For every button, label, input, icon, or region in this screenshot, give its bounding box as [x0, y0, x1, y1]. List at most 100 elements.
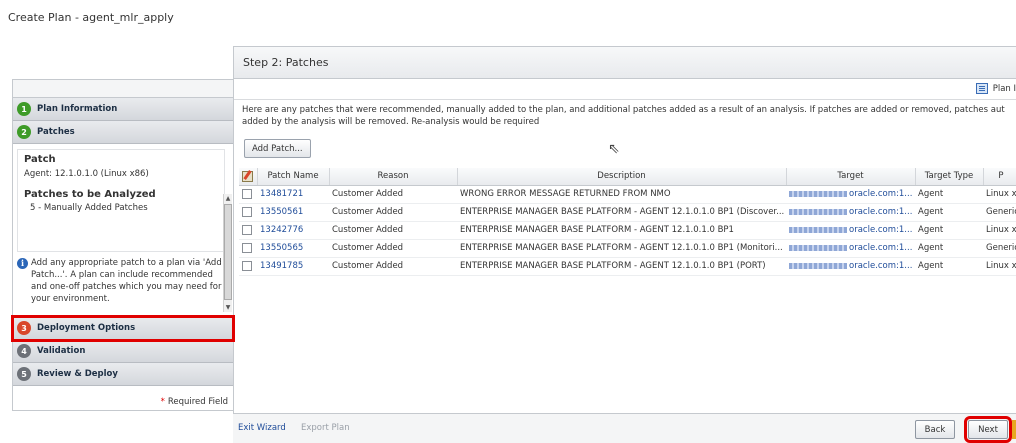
platform-cell: Generic [983, 239, 1016, 258]
row-checkbox[interactable] [242, 188, 252, 199]
target-cell: oracle.com:1... [786, 221, 915, 240]
step-number-icon: 1 [17, 102, 31, 116]
step-validation[interactable]: 4 Validation [13, 340, 233, 363]
row-checkbox[interactable] [242, 206, 252, 217]
patches-table: Patch Name Reason Description Target Tar… [239, 168, 1016, 276]
table-row[interactable]: 13550561 Customer Added ENTERPRISE MANAG… [239, 203, 1016, 222]
target-text: oracle.com:1... [849, 189, 913, 199]
table-row[interactable]: 13242776 Customer Added ENTERPRISE MANAG… [239, 221, 1016, 240]
step-number-icon: 3 [17, 321, 31, 335]
export-plan-link[interactable]: Export Plan [301, 423, 350, 433]
scroll-down-icon[interactable]: ▼ [224, 303, 232, 312]
column-header-reason[interactable]: Reason [329, 168, 458, 186]
wizard-footer: Exit Wizard Export Plan Back Next [233, 413, 1016, 443]
step-deployment-options[interactable]: 3 Deployment Options [11, 315, 235, 342]
reason-cell: Customer Added [329, 203, 457, 222]
edit-column-header[interactable] [239, 168, 258, 186]
target-text: oracle.com:1... [849, 225, 913, 235]
row-checkbox[interactable] [242, 242, 252, 253]
description-cell: ENTERPRISE MANAGER BASE PLATFORM - AGENT… [457, 203, 786, 222]
description-cell: WRONG ERROR MESSAGE RETURNED FROM NMO [457, 185, 786, 204]
step-header: Step 2: Patches [234, 47, 1016, 79]
reason-cell: Customer Added [329, 221, 457, 240]
step-review-deploy[interactable]: 5 Review & Deploy [13, 363, 233, 386]
patch-name-link[interactable]: 13491785 [257, 257, 329, 276]
redacted-hostname [789, 190, 847, 197]
target-type-cell: Agent [915, 185, 983, 204]
add-patch-button[interactable]: Add Patch... [244, 139, 311, 158]
row-checkbox[interactable] [242, 260, 252, 271]
step-number-icon: 5 [17, 367, 31, 381]
patches-description: Here are any patches that were recommend… [242, 104, 1016, 128]
column-header-patch-name[interactable]: Patch Name [257, 168, 330, 186]
step-label: Validation [37, 346, 86, 356]
step-title: Step 2: Patches [243, 56, 329, 69]
panel-top-bar [13, 80, 233, 98]
info-message: i Add any appropriate patch to a plan vi… [17, 257, 223, 305]
platform-cell: Linux x8 [983, 221, 1016, 240]
edit-columns-icon[interactable] [242, 170, 254, 182]
step-patches[interactable]: 2 Patches [13, 121, 233, 144]
description-line: added by the analysis will be removed. R… [242, 117, 540, 127]
target-cell: oracle.com:1... [786, 257, 915, 276]
table-header-row: Patch Name Reason Description Target Tar… [239, 168, 1016, 186]
target-type-cell: Agent [915, 239, 983, 258]
platform-cell: Linux x8 [983, 257, 1016, 276]
toolbar: Plan I [234, 79, 1016, 100]
platform-cell: Generic [983, 203, 1016, 222]
target-type-cell: Agent [915, 257, 983, 276]
target-cell: oracle.com:1... [786, 239, 915, 258]
mouse-cursor-icon: ⇖ [608, 141, 620, 157]
target-cell: oracle.com:1... [786, 203, 915, 222]
plan-icon [975, 83, 988, 94]
description-cell: ENTERPRISE MANAGER BASE PLATFORM - AGENT… [457, 239, 786, 258]
required-star-icon: * [160, 397, 165, 407]
reason-cell: Customer Added [329, 239, 457, 258]
patch-heading: Patch [24, 154, 56, 165]
cut-off-button[interactable] [1012, 420, 1016, 439]
table-row[interactable]: 13550565 Customer Added ENTERPRISE MANAG… [239, 239, 1016, 258]
redacted-hostname [789, 226, 847, 233]
patch-name-link[interactable]: 13242776 [257, 221, 329, 240]
target-text: oracle.com:1... [849, 243, 913, 253]
plan-link-text: Plan I [992, 83, 1016, 94]
step-number-icon: 4 [17, 344, 31, 358]
description-line: Here are any patches that were recommend… [242, 105, 1005, 115]
patch-name-link[interactable]: 13550561 [257, 203, 329, 222]
target-text: oracle.com:1... [849, 261, 913, 271]
row-checkbox[interactable] [242, 224, 252, 235]
required-field-note: * Required Field [161, 397, 228, 407]
redacted-hostname [789, 262, 847, 269]
column-header-target-type[interactable]: Target Type [915, 168, 984, 186]
column-header-platform[interactable]: P [983, 168, 1016, 186]
next-button[interactable]: Next [964, 416, 1012, 443]
reason-cell: Customer Added [329, 257, 457, 276]
analyzed-text: 5 - Manually Added Patches [30, 203, 148, 213]
plan-info-link[interactable]: Plan I [975, 83, 1016, 94]
back-button[interactable]: Back [915, 420, 955, 439]
description-cell: ENTERPRISE MANAGER BASE PLATFORM - AGENT… [457, 221, 786, 240]
target-cell: oracle.com:1... [786, 185, 915, 204]
target-type-cell: Agent [915, 203, 983, 222]
reason-cell: Customer Added [329, 185, 457, 204]
vertical-scrollbar[interactable]: ▲ ▼ [223, 194, 232, 312]
step-plan-information[interactable]: 1 Plan Information [13, 98, 233, 121]
patch-name-link[interactable]: 13481721 [257, 185, 329, 204]
scroll-thumb[interactable] [224, 204, 232, 300]
table-row[interactable]: 13491785 Customer Added ENTERPRISE MANAG… [239, 257, 1016, 276]
step-number-icon: 2 [17, 125, 31, 139]
patches-step-content: Patch Agent: 12.1.0.1.0 (Linux x86) Patc… [13, 144, 233, 317]
exit-wizard-link[interactable]: Exit Wizard [238, 423, 286, 433]
patch-summary-box: Patch Agent: 12.1.0.1.0 (Linux x86) Patc… [17, 149, 225, 252]
info-text: Add any appropriate patch to a plan via … [31, 258, 222, 304]
column-header-target[interactable]: Target [786, 168, 916, 186]
column-header-description[interactable]: Description [457, 168, 787, 186]
step-label: Review & Deploy [37, 369, 118, 379]
table-row[interactable]: 13481721 Customer Added WRONG ERROR MESS… [239, 185, 1016, 204]
target-text: oracle.com:1... [849, 207, 913, 217]
patch-name-link[interactable]: 13550565 [257, 239, 329, 258]
target-type-cell: Agent [915, 221, 983, 240]
redacted-hostname [789, 208, 847, 215]
scroll-up-icon[interactable]: ▲ [224, 194, 232, 203]
info-icon: i [17, 258, 28, 269]
